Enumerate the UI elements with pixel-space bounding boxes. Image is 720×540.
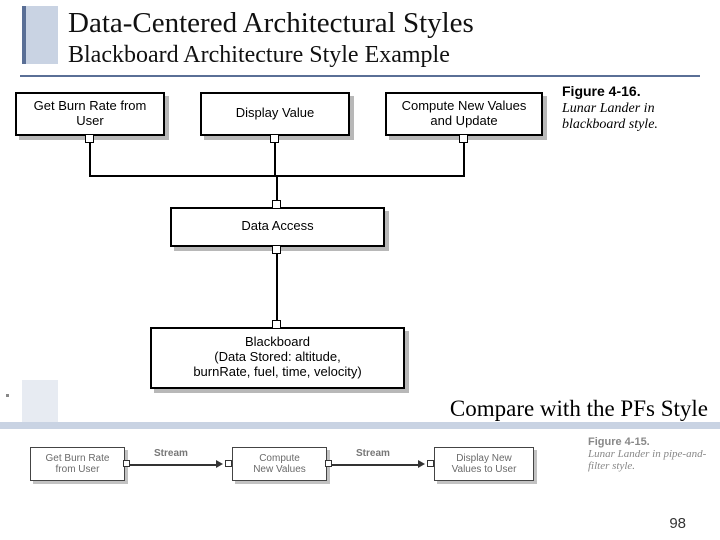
box-label: Display Value: [236, 106, 315, 121]
pfs-box-display: Display New Values to User: [434, 447, 534, 481]
footnote-tick: [6, 394, 9, 397]
figure-text: Lunar Lander in pipe-and-filter style.: [588, 448, 706, 472]
page-number: 98: [669, 515, 686, 532]
compare-text: Compare with the PFs Style: [450, 396, 708, 422]
blue-accent: [22, 380, 58, 423]
box-label: Blackboard (Data Stored: altitude, burnR…: [193, 335, 361, 380]
port-icon: [123, 460, 130, 467]
box-label: Get Burn Rate from User: [21, 99, 159, 129]
connector-line: [276, 175, 278, 200]
box-compute-values: Compute New Values and Update: [385, 92, 543, 136]
stream-label: Stream: [154, 448, 188, 459]
figure-4-16-caption: Figure 4-16. Lunar Lander in blackboard …: [562, 83, 702, 133]
box-label: Data Access: [241, 219, 313, 234]
port-icon: [459, 134, 468, 143]
box-blackboard: Blackboard (Data Stored: altitude, burnR…: [150, 327, 405, 389]
pfs-box-compute: Compute New Values: [232, 447, 327, 481]
blue-band: [0, 422, 720, 429]
port-icon: [272, 320, 281, 329]
figure-number: Figure 4-15.: [588, 436, 650, 448]
slide-title: Data-Centered Architectural Styles: [68, 8, 720, 40]
port-icon: [272, 200, 281, 209]
pfs-diagram: Figure 4-15. Lunar Lander in pipe-and-fi…: [20, 440, 708, 510]
port-icon: [325, 460, 332, 467]
connector-line: [276, 254, 278, 320]
figure-text: Lunar Lander in blackboard style.: [562, 101, 658, 132]
arrow-icon: [216, 460, 223, 468]
connector-line: [274, 143, 276, 176]
arrow-icon: [418, 460, 425, 468]
box-label: Compute New Values: [253, 453, 306, 475]
pfs-box-burn: Get Burn Rate from User: [30, 447, 125, 481]
port-icon: [225, 460, 232, 467]
port-icon: [427, 460, 434, 467]
figure-4-15-caption: Figure 4-15. Lunar Lander in pipe-and-fi…: [588, 436, 708, 472]
port-icon: [272, 245, 281, 254]
connector-line: [332, 464, 420, 466]
box-data-access: Data Access: [170, 207, 385, 247]
box-label: Get Burn Rate from User: [46, 453, 110, 475]
blackboard-diagram: Figure 4-16. Lunar Lander in blackboard …: [0, 83, 720, 413]
connector-line: [130, 464, 218, 466]
port-icon: [85, 134, 94, 143]
stream-label: Stream: [356, 448, 390, 459]
title-underline: [20, 75, 700, 77]
figure-number: Figure 4-16.: [562, 83, 641, 99]
title-bar: Data-Centered Architectural Styles Black…: [0, 0, 720, 75]
connector-line: [89, 143, 91, 176]
box-label: Display New Values to User: [452, 453, 517, 475]
connector-line: [463, 143, 465, 176]
port-icon: [270, 134, 279, 143]
slide-subtitle: Blackboard Architecture Style Example: [68, 42, 720, 69]
box-display-value: Display Value: [200, 92, 350, 136]
box-label: Compute New Values and Update: [391, 99, 537, 129]
box-get-burn-rate: Get Burn Rate from User: [15, 92, 165, 136]
